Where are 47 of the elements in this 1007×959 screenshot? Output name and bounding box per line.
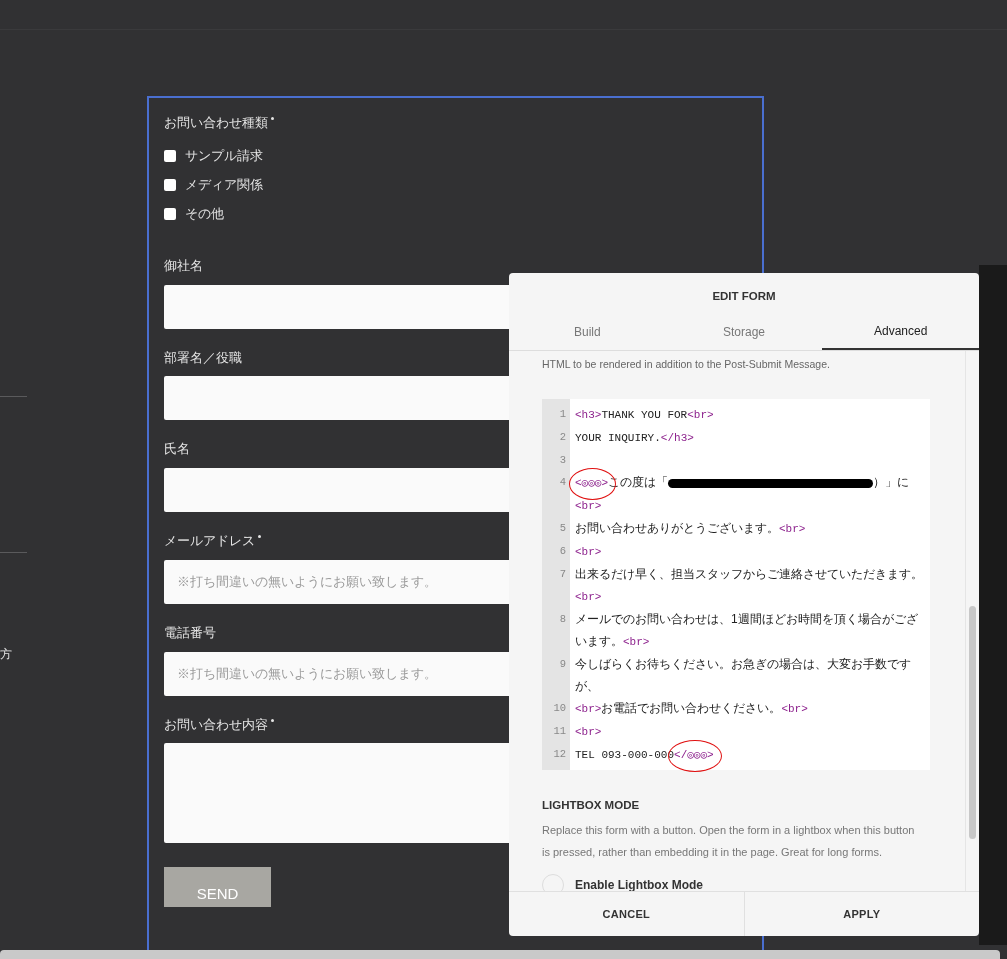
line-number: 8 [559, 612, 566, 627]
checkbox-label: メディア関係 [185, 176, 263, 194]
line-number: 11 [553, 724, 566, 739]
field-label: お問い合わせ種類 [164, 115, 268, 132]
help-text: HTML to be rendered in addition to the Post-Submit Message. [542, 357, 831, 373]
horizontal-scrollbar[interactable] [0, 950, 1000, 959]
line-number: 5 [559, 521, 566, 536]
field-label: メールアドレス [164, 533, 255, 550]
code-line: <h3>THANK YOU FOR<br> [574, 408, 715, 423]
field-label: 電話番号 [164, 624, 216, 642]
checkbox[interactable] [164, 208, 176, 221]
code-tag: <◎◎◎> [575, 472, 609, 494]
checkbox[interactable] [164, 179, 176, 192]
section-description: Replace this form with a button. Open the form in a lightbox when this button is pressed, rather than embedding it in the page. Great for long forms. [542, 823, 916, 861]
line-number: 1 [559, 407, 566, 422]
line-number: 10 [553, 701, 566, 716]
line-number: 12 [553, 747, 566, 762]
line-number: 7 [559, 567, 566, 582]
dialog-title: EDIT FORM [711, 289, 777, 304]
tab[interactable]: Storage [665, 318, 823, 351]
line-number: 9 [559, 657, 566, 672]
code-line: <br>お電話でお問い合わせください。<br> [574, 700, 809, 717]
code-line: <br> [574, 545, 603, 560]
toggle-label: Enable Lightbox Mode [575, 877, 703, 891]
code-line: <br> [574, 725, 603, 740]
field-label: 部署名／役職 [164, 349, 242, 367]
field-label: お問い合わせ内容 [164, 716, 268, 734]
code-line: お問い合わせありがとうございます。<br> [574, 520, 807, 537]
field-label: 氏名 [164, 441, 190, 459]
code-tag: <br> [575, 500, 602, 512]
line-number: 2 [559, 430, 566, 445]
field-label: 御社名 [164, 257, 203, 275]
tab[interactable]: Build [509, 318, 666, 351]
line-number: 4 [559, 475, 566, 490]
checkbox[interactable] [164, 150, 176, 163]
section-heading: LIGHTBOX MODE [542, 798, 641, 813]
code-tag: </◎◎◎> [674, 744, 714, 766]
code-text: ）」に [873, 475, 910, 489]
sidebar-text: 方 [0, 646, 13, 663]
scrollbar-thumb[interactable] [969, 606, 976, 840]
line-number: 3 [559, 453, 566, 468]
code-line: メールでのお問い合わせは、1週間ほどお時間を頂く場合がございます。<br> [574, 611, 919, 650]
code-line: YOUR INQUIRY.</h3> [574, 431, 695, 446]
checkbox-label: サンプル請求 [185, 147, 263, 165]
line-number: 6 [559, 544, 566, 559]
dialog-button[interactable]: CANCEL [509, 892, 744, 936]
checkbox-label: その他 [185, 205, 224, 223]
